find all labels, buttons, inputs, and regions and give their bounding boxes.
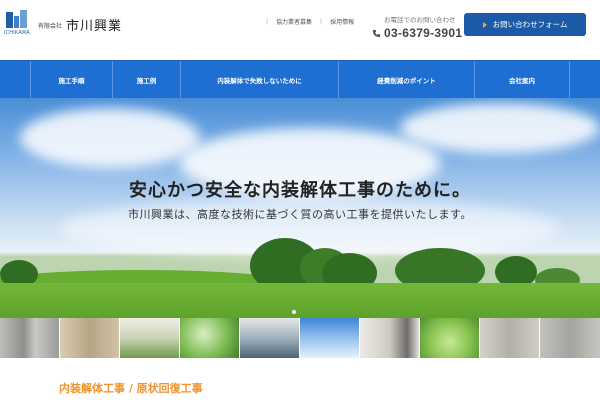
arrow-right-icon [482,21,487,28]
thumbnail-concrete-wall[interactable] [0,318,60,358]
nav-item-avoid-failure[interactable]: 内装解体で失敗しないために [180,61,338,99]
nav-item-examples[interactable]: 施工例 [112,61,180,99]
top-link-partners[interactable]: 協力業者募集 [276,17,312,26]
thumbnail-strip [0,318,600,358]
top-links: | 協力業者募集 | 採用情報 [266,17,355,26]
contact-form-button[interactable]: お問い合わせフォーム [464,13,586,36]
nav-item-procedure[interactable]: 施工手順 [30,61,112,99]
thumbnail-concrete-surface[interactable] [540,318,600,358]
phone-number[interactable]: 03-6379-3901 [384,26,462,40]
thumbnail-wood-panel[interactable] [60,318,120,358]
thumbnail-blue-sky[interactable] [300,318,360,358]
section-title: 内装解体工事 / 原状回復工事 [59,382,203,395]
main-nav: 施工手順 施工例 内装解体で失敗しないために 経費削減のポイント 会社案内 [0,60,600,99]
phone-icon [372,29,381,37]
company-type: 有限会社 [38,22,63,30]
nav-item-company[interactable]: 会社案内 [474,61,570,99]
company-name: 市川興業 [66,18,123,34]
top-link-recruit[interactable]: 採用情報 [330,17,354,26]
logo-caption: ICHIKAWA [4,30,30,36]
phone-contact: お電話でのお問い合わせ 03-6379-3901 [372,14,462,40]
thumbnail-worker-interior[interactable] [360,318,420,358]
thumbnail-plaster-wall[interactable] [480,318,540,358]
site-header: ICHIKAWA 有限会社 市川興業 | 協力業者募集 | 採用情報 お電話での… [0,0,600,60]
hero-slider[interactable]: 安心かつ安全な内装解体工事のために。 市川興業は、高度な技術に基づく質の高い工事… [0,98,600,318]
logo-mark-icon: ICHIKAWA [4,10,30,38]
grass-ground [0,283,600,318]
nav-item-cost-reduction[interactable]: 経費削減のポイント [338,61,474,99]
cloud [20,108,200,168]
company-logo[interactable]: ICHIKAWA 有限会社 市川興業 [4,10,123,38]
hero-title: 安心かつ安全な内装解体工事のために。 [129,180,471,201]
contact-button-label: お問い合わせフォーム [492,20,568,29]
thumbnail-grass-field[interactable] [120,318,180,358]
cloud [400,103,600,153]
thumbnail-fresh-leaves[interactable] [420,318,480,358]
hero-subtitle: 市川興業は、高度な技術に基づく質の高い工事を提供いたします。 [128,208,472,221]
thumbnail-green-leaves[interactable] [180,318,240,358]
phone-label: お電話でのお問い合わせ [384,16,456,24]
thumbnail-worker-demolition[interactable] [240,318,300,358]
slider-dot[interactable] [292,310,296,314]
